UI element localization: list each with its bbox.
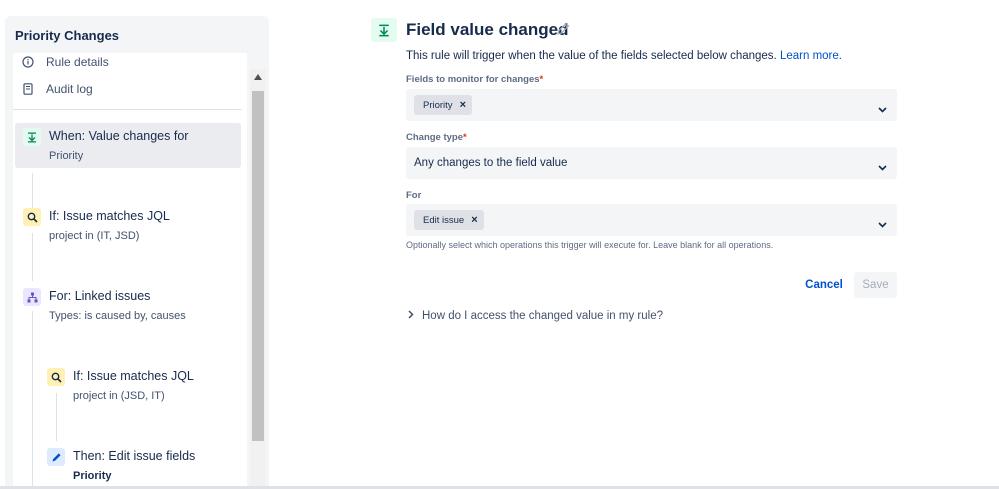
- remove-tag-icon[interactable]: ×: [460, 99, 466, 111]
- remove-tag-icon[interactable]: ×: [471, 214, 477, 226]
- step-title: Then: Edit issue fields: [73, 449, 196, 463]
- fields-monitor-label: Fields to monitor for changes*: [406, 74, 543, 85]
- cancel-button[interactable]: Cancel: [800, 272, 848, 298]
- search-icon: [23, 208, 41, 226]
- for-label: For: [406, 190, 422, 201]
- required-mark: *: [463, 132, 467, 143]
- fields-monitor-label-text: Fields to monitor for changes: [406, 74, 540, 85]
- nav-rule-details[interactable]: Rule details: [21, 55, 109, 69]
- chevron-right-icon: [408, 310, 414, 322]
- connector-line: [32, 311, 33, 489]
- page-title: Field value changed: [406, 20, 569, 39]
- change-type-label-text: Change type: [406, 132, 464, 143]
- document-icon: [21, 82, 35, 96]
- trigger-description: This rule will trigger when the value of…: [406, 50, 842, 62]
- step-action-edit[interactable]: Then: Edit issue fields Priority: [47, 448, 195, 483]
- step-title: If: Issue matches JQL: [49, 209, 170, 223]
- change-type-select[interactable]: Any changes to the field value: [406, 147, 897, 179]
- trigger-icon: [371, 18, 397, 42]
- hierarchy-icon: [23, 288, 41, 306]
- nav-audit-log[interactable]: Audit log: [21, 82, 93, 96]
- step-subtitle: Types: is caused by, causes: [49, 310, 186, 322]
- operation-tag-edit-issue: Edit issue ×: [414, 210, 484, 230]
- field-tag-priority: Priority ×: [414, 95, 472, 115]
- step-trigger[interactable]: When: Value changes for Priority: [23, 128, 188, 163]
- scroll-thumb[interactable]: [252, 91, 264, 441]
- scroll-up-arrow-icon[interactable]: [250, 69, 266, 85]
- edit-pencil-icon[interactable]: [556, 22, 570, 41]
- rule-steps-panel: Rule details Audit log When: Value chang…: [13, 53, 247, 489]
- chevron-down-icon[interactable]: [878, 100, 887, 118]
- step-title: If: Issue matches JQL: [73, 369, 194, 383]
- change-type-value: Any changes to the field value: [414, 157, 568, 169]
- step-subtitle: project in (IT, JSD): [49, 230, 140, 242]
- changed-value-help-expander[interactable]: How do I access the changed value in my …: [408, 310, 663, 322]
- connector-line: [32, 173, 33, 211]
- change-type-label: Change type*: [406, 132, 467, 143]
- step-subtitle: Priority: [49, 150, 84, 162]
- info-icon: [21, 55, 35, 69]
- chevron-down-icon[interactable]: [878, 158, 887, 176]
- description-text: This rule will trigger when the value of…: [406, 50, 777, 62]
- rule-sidebar: Priority Changes Rule details Audit log: [5, 16, 269, 489]
- expander-label: How do I access the changed value in my …: [422, 310, 663, 322]
- pencil-icon: [47, 448, 65, 466]
- nav-rule-details-label: Rule details: [46, 55, 109, 69]
- for-helper-text: Optionally select which operations this …: [406, 240, 774, 250]
- sidebar-scrollbar[interactable]: [250, 69, 266, 489]
- tag-label: Priority: [423, 99, 453, 111]
- chevron-down-icon[interactable]: [878, 215, 887, 233]
- required-mark: *: [539, 74, 544, 85]
- step-title: For: Linked issues: [49, 289, 151, 303]
- tag-label: Edit issue: [423, 214, 465, 226]
- learn-more-link[interactable]: Learn more.: [780, 50, 842, 62]
- fields-monitor-select[interactable]: Priority ×: [406, 89, 897, 121]
- step-branch-linked[interactable]: For: Linked issues Types: is caused by, …: [23, 288, 186, 323]
- step-nested-condition-jql[interactable]: If: Issue matches JQL project in (JSD, I…: [47, 368, 194, 403]
- save-button[interactable]: Save: [854, 272, 897, 298]
- trigger-icon: [23, 128, 41, 146]
- nav-divider: [13, 109, 242, 110]
- search-icon: [47, 368, 65, 386]
- step-condition-jql[interactable]: If: Issue matches JQL project in (IT, JS…: [23, 208, 170, 243]
- nav-audit-log-label: Audit log: [46, 82, 93, 96]
- rule-name: Priority Changes: [15, 28, 120, 43]
- step-subtitle: project in (JSD, IT): [73, 390, 165, 402]
- step-subtitle: Priority: [73, 470, 112, 482]
- step-title: When: Value changes for: [49, 129, 189, 143]
- for-operations-select[interactable]: Edit issue ×: [406, 204, 897, 236]
